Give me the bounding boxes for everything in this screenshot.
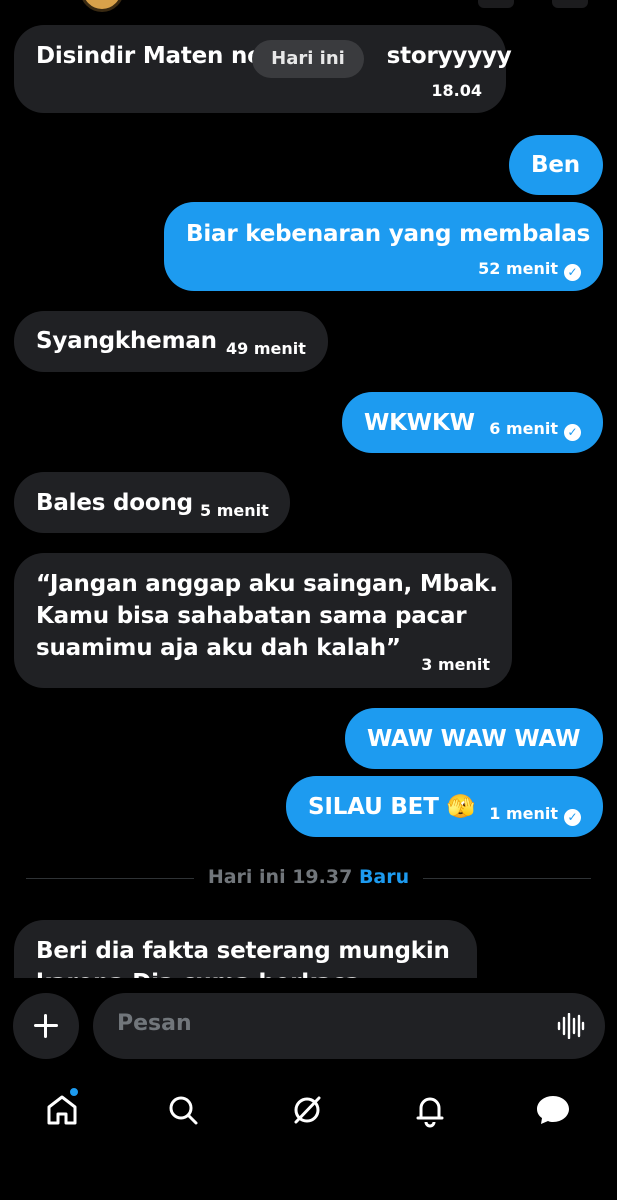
message-placeholder: Pesan [117, 1011, 192, 1036]
grok-icon[interactable] [287, 1090, 327, 1130]
add-attachment-button[interactable] [13, 993, 79, 1059]
messages-icon[interactable] [533, 1090, 573, 1130]
bottom-navigation [0, 1080, 617, 1150]
message-incoming[interactable]: Beri dia fakta seterang mungkin karena D… [14, 920, 477, 978]
message-line: Beri dia fakta seterang mungkin [36, 938, 450, 964]
search-icon[interactable] [163, 1090, 203, 1130]
notification-dot [69, 1087, 79, 1097]
message-line: karena Dia cuma berkaca [36, 967, 450, 978]
voice-waveform-icon[interactable] [557, 1013, 585, 1039]
bell-icon[interactable] [410, 1090, 450, 1130]
message-clip: Beri dia fakta seterang mungkin karena D… [0, 0, 617, 978]
message-input[interactable]: Pesan [93, 993, 605, 1059]
